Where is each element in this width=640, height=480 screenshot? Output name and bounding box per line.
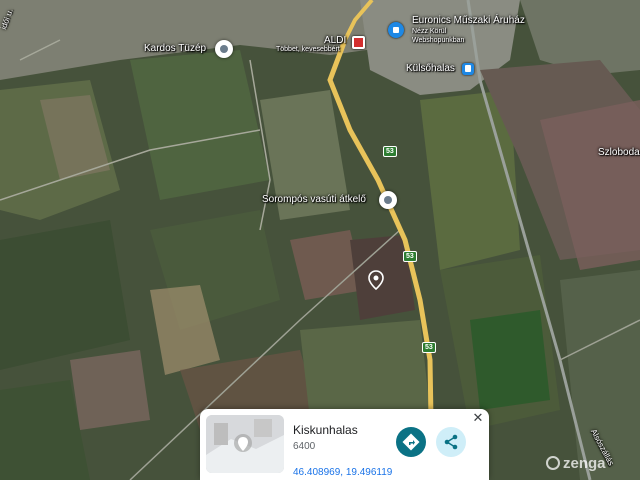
place-sublabel-euronics-2: Webshopunkban xyxy=(412,37,465,44)
share-icon xyxy=(444,434,458,450)
place-label-kardos: Kardos Tüzép xyxy=(144,43,207,54)
place-title: Kiskunhalas xyxy=(293,423,358,437)
location-pin-icon[interactable] xyxy=(215,40,233,58)
dropped-pin-icon[interactable] xyxy=(368,270,384,290)
place-sublabel-aldi: Többet, kevesebbért xyxy=(276,46,340,53)
coordinates-link[interactable]: 46.408969, 19.496119 xyxy=(293,467,392,478)
place-label-euronics: Euronics Műszaki Áruház xyxy=(412,15,525,26)
directions-button[interactable] xyxy=(396,427,426,457)
road-shield-53: 53 xyxy=(403,251,417,262)
place-label-kulsohalas: Külsőhalas xyxy=(406,63,455,74)
place-postcode: 6400 xyxy=(293,441,316,452)
street-view-thumbnail-image xyxy=(206,415,284,473)
share-button[interactable] xyxy=(436,427,466,457)
satellite-map[interactable]: idói u. Kardos Tüzép ALDI Többet, kevese… xyxy=(0,0,640,480)
road-shield-53: 53 xyxy=(383,146,397,157)
railway-crossing-pin-icon[interactable] xyxy=(379,191,397,209)
place-label-sorompos: Sorompós vasúti átkelő xyxy=(262,194,366,205)
road-shield-53: 53 xyxy=(422,342,436,353)
place-info-card[interactable]: Kiskunhalas 6400 46.408969, 19.496119 ✕ xyxy=(200,409,489,480)
close-icon[interactable]: ✕ xyxy=(471,411,485,425)
aldi-store-icon[interactable] xyxy=(352,36,365,49)
place-sublabel-euronics-1: Nézz Körül xyxy=(412,28,447,35)
map-imagery xyxy=(0,0,640,480)
shopping-bag-icon[interactable] xyxy=(388,22,404,38)
train-station-icon[interactable] xyxy=(462,63,474,75)
watermark-text: zenga xyxy=(563,455,606,472)
place-thumbnail[interactable] xyxy=(206,415,284,473)
directions-icon xyxy=(402,433,420,451)
watermark-logo: zenga xyxy=(546,455,606,472)
place-label-szloboda: Szloboda xyxy=(598,147,640,158)
place-label-aldi: ALDI xyxy=(324,35,347,46)
